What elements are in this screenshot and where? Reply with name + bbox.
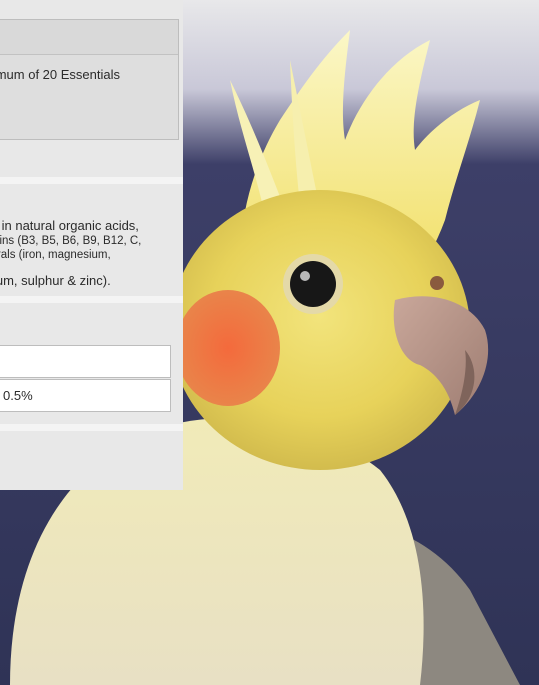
benefits-line-3: minerals (iron, magnesium, (0, 249, 111, 261)
composition-header (0, 20, 178, 55)
section-divider (0, 424, 183, 431)
dosage-row-1 (0, 345, 171, 378)
dosage-row-2: 0.5% (0, 379, 171, 412)
section-divider (0, 177, 183, 184)
benefits-line-4: sodium, sulphur & zinc). (0, 273, 111, 288)
composition-body: Minimum of 20 Essentials (0, 55, 178, 139)
composition-table: Minimum of 20 Essentials (0, 19, 179, 140)
dosage-row-2-value: 0.5% (3, 388, 33, 403)
product-info-panel: Minimum of 20 Essentials Rich in natural… (0, 0, 183, 490)
composition-text: Minimum of 20 Essentials (0, 67, 120, 82)
section-divider (0, 296, 183, 303)
benefits-line-1: Rich in natural organic acids, (0, 218, 139, 233)
benefits-line-2: vitamins (B3, B5, B6, B9, B12, C, (0, 235, 142, 247)
